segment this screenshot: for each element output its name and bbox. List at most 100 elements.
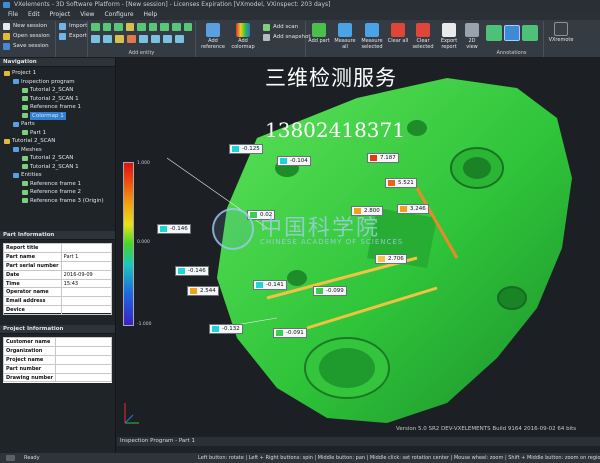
info-value[interactable] <box>60 305 113 316</box>
polyline-entity-icon[interactable] <box>91 35 100 43</box>
item-icon <box>22 189 28 195</box>
tree-item[interactable]: Reference frame 3 (Origin) <box>0 197 115 206</box>
menu-help[interactable]: Help <box>144 10 158 20</box>
tree-item[interactable]: Reference frame 1 <box>0 103 115 112</box>
measure-selected-button[interactable]: Measure selected <box>358 23 386 50</box>
slot-entity-icon[interactable] <box>171 23 181 31</box>
tree-item[interactable]: Tutorial 2_SCAN 1 <box>0 163 115 172</box>
menu-edit[interactable]: Edit <box>28 10 40 20</box>
info-value[interactable] <box>55 354 112 365</box>
annotation-label-icon[interactable] <box>522 25 538 41</box>
menu-configure[interactable]: Configure <box>104 10 133 20</box>
coordinate-icon[interactable] <box>115 35 124 43</box>
import-button[interactable]: Import <box>56 21 87 31</box>
tree-item-label: Tutorial 2_SCAN <box>30 155 74 161</box>
deviation-value: -0.141 <box>266 282 284 288</box>
info-value[interactable] <box>60 260 113 271</box>
curve-entity-icon[interactable] <box>103 35 112 43</box>
menu-project[interactable]: Project <box>50 10 71 20</box>
plane-entity-icon[interactable] <box>102 23 112 31</box>
new-session-button[interactable]: New session <box>0 21 55 31</box>
deviation-callout[interactable]: 2.706 <box>375 254 407 264</box>
tree-item[interactable]: Reference frame 2 <box>0 188 115 197</box>
section-entity-icon[interactable] <box>139 35 148 43</box>
deviation-callout[interactable]: 2.544 <box>187 286 219 296</box>
add-colormap-button[interactable]: Add colormap <box>228 23 258 50</box>
add-snapshot-button[interactable]: Add snapshot <box>260 32 310 42</box>
info-key: Customer name <box>3 337 56 347</box>
entity-group-caption: Add entity <box>128 50 155 56</box>
add-scan-button[interactable]: Add scan <box>260 22 310 32</box>
deviation-callout[interactable]: -0.132 <box>209 324 243 334</box>
menu-file[interactable]: File <box>8 10 18 20</box>
info-value[interactable]: Part 1 <box>60 251 113 262</box>
folder-icon <box>13 172 19 178</box>
deviation-callout[interactable]: -0.146 <box>157 224 191 234</box>
info-value[interactable] <box>60 296 113 307</box>
deviation-callout[interactable]: -0.146 <box>175 266 209 276</box>
tree-item[interactable]: Colormap 1 <box>0 111 115 120</box>
boundary-entity-icon[interactable] <box>127 35 136 43</box>
measure-all-button[interactable]: Measure all <box>332 23 358 50</box>
deviation-callout[interactable]: 3.246 <box>397 204 429 214</box>
cylinder-entity-icon[interactable] <box>137 23 146 31</box>
tree-item[interactable]: Project 1 <box>0 69 115 78</box>
info-value[interactable] <box>55 363 112 374</box>
menu-view[interactable]: View <box>80 10 94 20</box>
deviation-callout[interactable]: 5.521 <box>385 178 417 188</box>
deviation-callout[interactable]: 7.187 <box>367 153 399 163</box>
project-information-table-wrap: Customer name Organization Project name Par… <box>3 337 112 383</box>
surface-entity-icon[interactable] <box>151 35 160 43</box>
tree-item[interactable]: Tutorial 2_SCAN 1 <box>0 95 115 104</box>
cas-seal-icon <box>212 208 254 250</box>
deviation-callout[interactable]: -0.091 <box>273 328 307 338</box>
tree-item[interactable]: Tutorial 2_SCAN <box>0 86 115 95</box>
tree-item[interactable]: Inspection program <box>0 78 115 87</box>
vector-entity-icon[interactable] <box>163 35 172 43</box>
export-report-button[interactable]: Export report <box>436 23 462 50</box>
axis-entity-icon[interactable] <box>175 35 184 43</box>
info-row: Part name Part 1 <box>3 251 113 262</box>
cone-entity-icon[interactable] <box>148 23 158 31</box>
info-value[interactable] <box>55 337 112 347</box>
rectangle-entity-icon[interactable] <box>183 23 193 31</box>
sphere-entity-icon[interactable] <box>160 23 169 31</box>
annotation-style-icon[interactable] <box>486 25 502 41</box>
tree-item[interactable]: Entities <box>0 171 115 180</box>
deviation-callout[interactable]: -0.104 <box>277 156 311 166</box>
tree-item[interactable]: Parts <box>0 120 115 129</box>
export-button[interactable]: Export <box>56 31 87 41</box>
info-row: Email address <box>3 296 113 307</box>
info-key: Email address <box>3 296 62 307</box>
open-session-button[interactable]: Open session <box>0 31 55 41</box>
tree-item[interactable]: Meshes <box>0 146 115 155</box>
inspection-program-tab[interactable]: Inspection Program - Part 1 <box>120 438 195 444</box>
deviation-color-swatch <box>280 158 287 164</box>
deviation-callout[interactable]: -0.141 <box>253 280 287 290</box>
clear-selected-button[interactable]: Clear selected <box>410 23 436 50</box>
point-entity-icon[interactable] <box>125 23 135 31</box>
info-value[interactable]: 15:43 <box>60 278 113 289</box>
deviation-value: 3.246 <box>410 206 426 212</box>
annotation-active-icon[interactable] <box>504 25 520 41</box>
tree-item[interactable]: Tutorial 2_SCAN <box>0 137 115 146</box>
info-value[interactable] <box>55 372 112 383</box>
add-reference-button[interactable]: Add reference <box>198 23 228 50</box>
tree-item[interactable]: Reference frame 1 <box>0 180 115 189</box>
line-entity-icon[interactable] <box>91 23 100 31</box>
info-value[interactable]: 2016-09-09 <box>60 269 113 280</box>
axis-y <box>124 414 134 424</box>
tree-item[interactable]: Tutorial 2_SCAN <box>0 154 115 163</box>
save-session-button[interactable]: Save session <box>0 41 55 51</box>
info-value[interactable] <box>60 287 113 298</box>
circle-entity-icon[interactable] <box>114 23 123 31</box>
clear-all-button[interactable]: Clear all <box>386 23 410 44</box>
deviation-callout[interactable]: -0.099 <box>313 286 347 296</box>
deviation-callout[interactable]: -0.125 <box>229 144 263 154</box>
tree-item[interactable]: Part 1 <box>0 129 115 138</box>
view-2d-button[interactable]: 2D view <box>462 23 482 50</box>
vxremote-button[interactable]: VXremote <box>546 22 576 43</box>
add-part-button[interactable]: Add part <box>308 23 330 44</box>
info-value[interactable] <box>55 345 112 356</box>
info-value[interactable] <box>60 243 113 253</box>
